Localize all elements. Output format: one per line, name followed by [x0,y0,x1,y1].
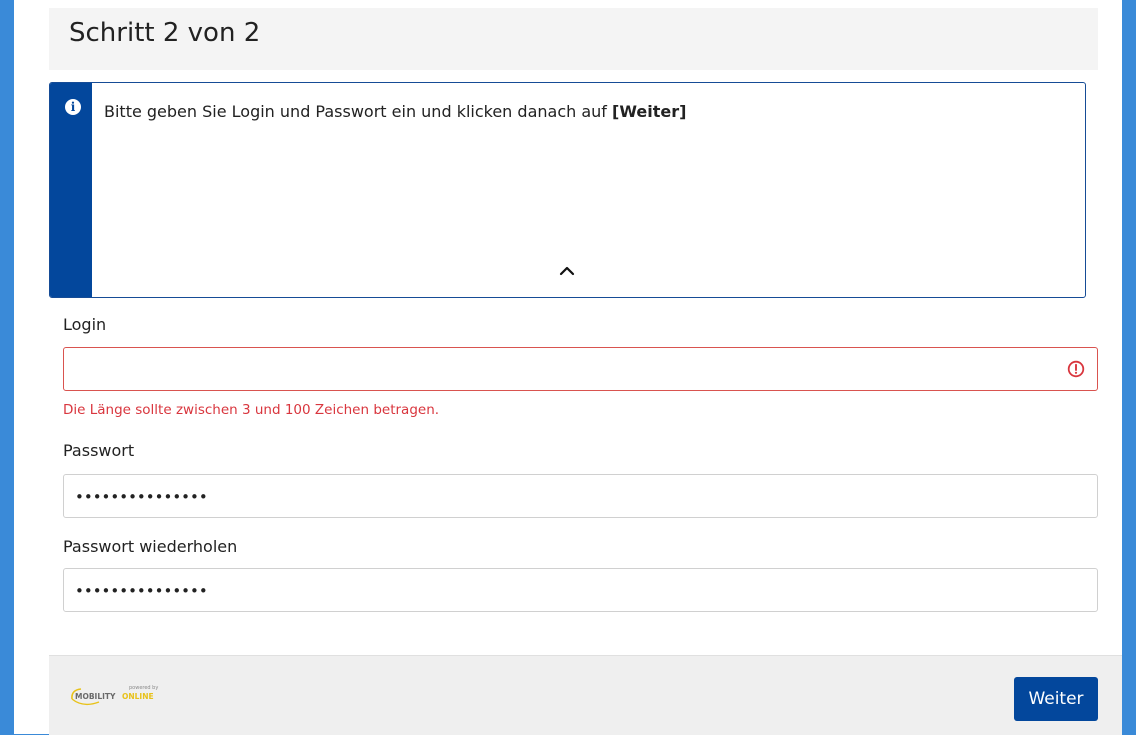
info-box: i Bitte geben Sie Login und Passwort ein… [49,82,1086,298]
password-repeat-label: Passwort wiederholen [63,537,238,556]
login-field[interactable] [63,347,1098,391]
chevron-up-icon[interactable] [554,261,580,281]
login-error-message: Die Länge sollte zwischen 3 und 100 Zeic… [63,402,440,418]
weiter-button[interactable]: Weiter [1014,677,1098,721]
password-field[interactable]: ••••••••••••••• [63,474,1098,518]
info-text: Bitte geben Sie Login und Passwort ein u… [104,101,686,123]
info-text-prefix: Bitte geben Sie Login und Passwort ein u… [104,102,612,121]
password-label: Passwort [63,441,135,460]
password-masked-value: ••••••••••••••• [75,488,208,506]
mobility-online-logo: powered by MOBILITY ONLINE [71,685,158,706]
info-text-bold: [Weiter] [612,102,687,121]
logo-powered-text: powered by [129,685,158,691]
login-label: Login [63,315,107,334]
logo-word-mobility: MOBILITY [75,692,116,701]
footer: powered by MOBILITY ONLINE [49,655,1122,735]
error-icon [1067,360,1085,378]
info-strip: i [50,83,92,297]
password-repeat-masked-value: ••••••••••••••• [75,582,208,600]
logo-word-online: ONLINE [122,692,154,701]
login-input[interactable] [64,348,1097,390]
step-header: Schritt 2 von 2 [49,8,1098,70]
password-repeat-field[interactable]: ••••••••••••••• [63,568,1098,612]
info-icon: i [65,99,81,115]
